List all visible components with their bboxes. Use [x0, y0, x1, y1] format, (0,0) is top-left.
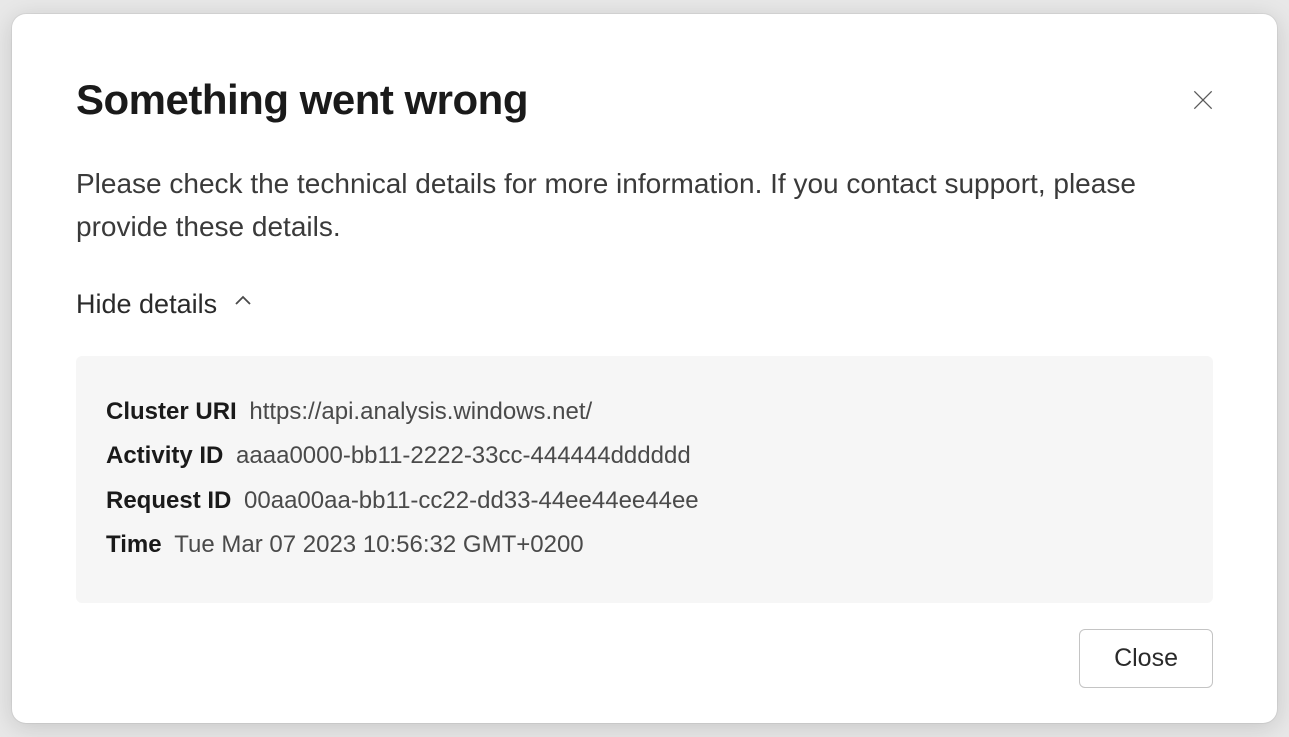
- close-button[interactable]: Close: [1079, 629, 1213, 688]
- details-toggle[interactable]: Hide details: [76, 289, 255, 320]
- detail-row-activity-id: Activity ID aaaa0000-bb11-2222-33cc-4444…: [106, 434, 1183, 478]
- close-icon[interactable]: [1187, 84, 1219, 116]
- dialog-header: Something went wrong: [76, 76, 1213, 124]
- dialog-footer: Close: [76, 629, 1213, 688]
- detail-row-request-id: Request ID 00aa00aa-bb11-cc22-dd33-44ee4…: [106, 479, 1183, 523]
- error-dialog: Something went wrong Please check the te…: [12, 14, 1277, 723]
- dialog-description: Please check the technical details for m…: [76, 162, 1136, 249]
- time-label: Time: [106, 531, 162, 558]
- details-toggle-label: Hide details: [76, 289, 217, 320]
- chevron-up-icon: [231, 289, 255, 320]
- activity-id-label: Activity ID: [106, 442, 223, 469]
- detail-row-time: Time Tue Mar 07 2023 10:56:32 GMT+0200: [106, 523, 1183, 567]
- cluster-uri-label: Cluster URI: [106, 398, 237, 425]
- dialog-title: Something went wrong: [76, 76, 528, 124]
- activity-id-value: aaaa0000-bb11-2222-33cc-444444dddddd: [236, 442, 691, 469]
- cluster-uri-value: https://api.analysis.windows.net/: [249, 398, 592, 425]
- time-value: Tue Mar 07 2023 10:56:32 GMT+0200: [174, 531, 583, 558]
- request-id-label: Request ID: [106, 487, 231, 514]
- detail-row-cluster-uri: Cluster URI https://api.analysis.windows…: [106, 390, 1183, 434]
- request-id-value: 00aa00aa-bb11-cc22-dd33-44ee44ee44ee: [244, 487, 699, 514]
- details-panel: Cluster URI https://api.analysis.windows…: [76, 356, 1213, 604]
